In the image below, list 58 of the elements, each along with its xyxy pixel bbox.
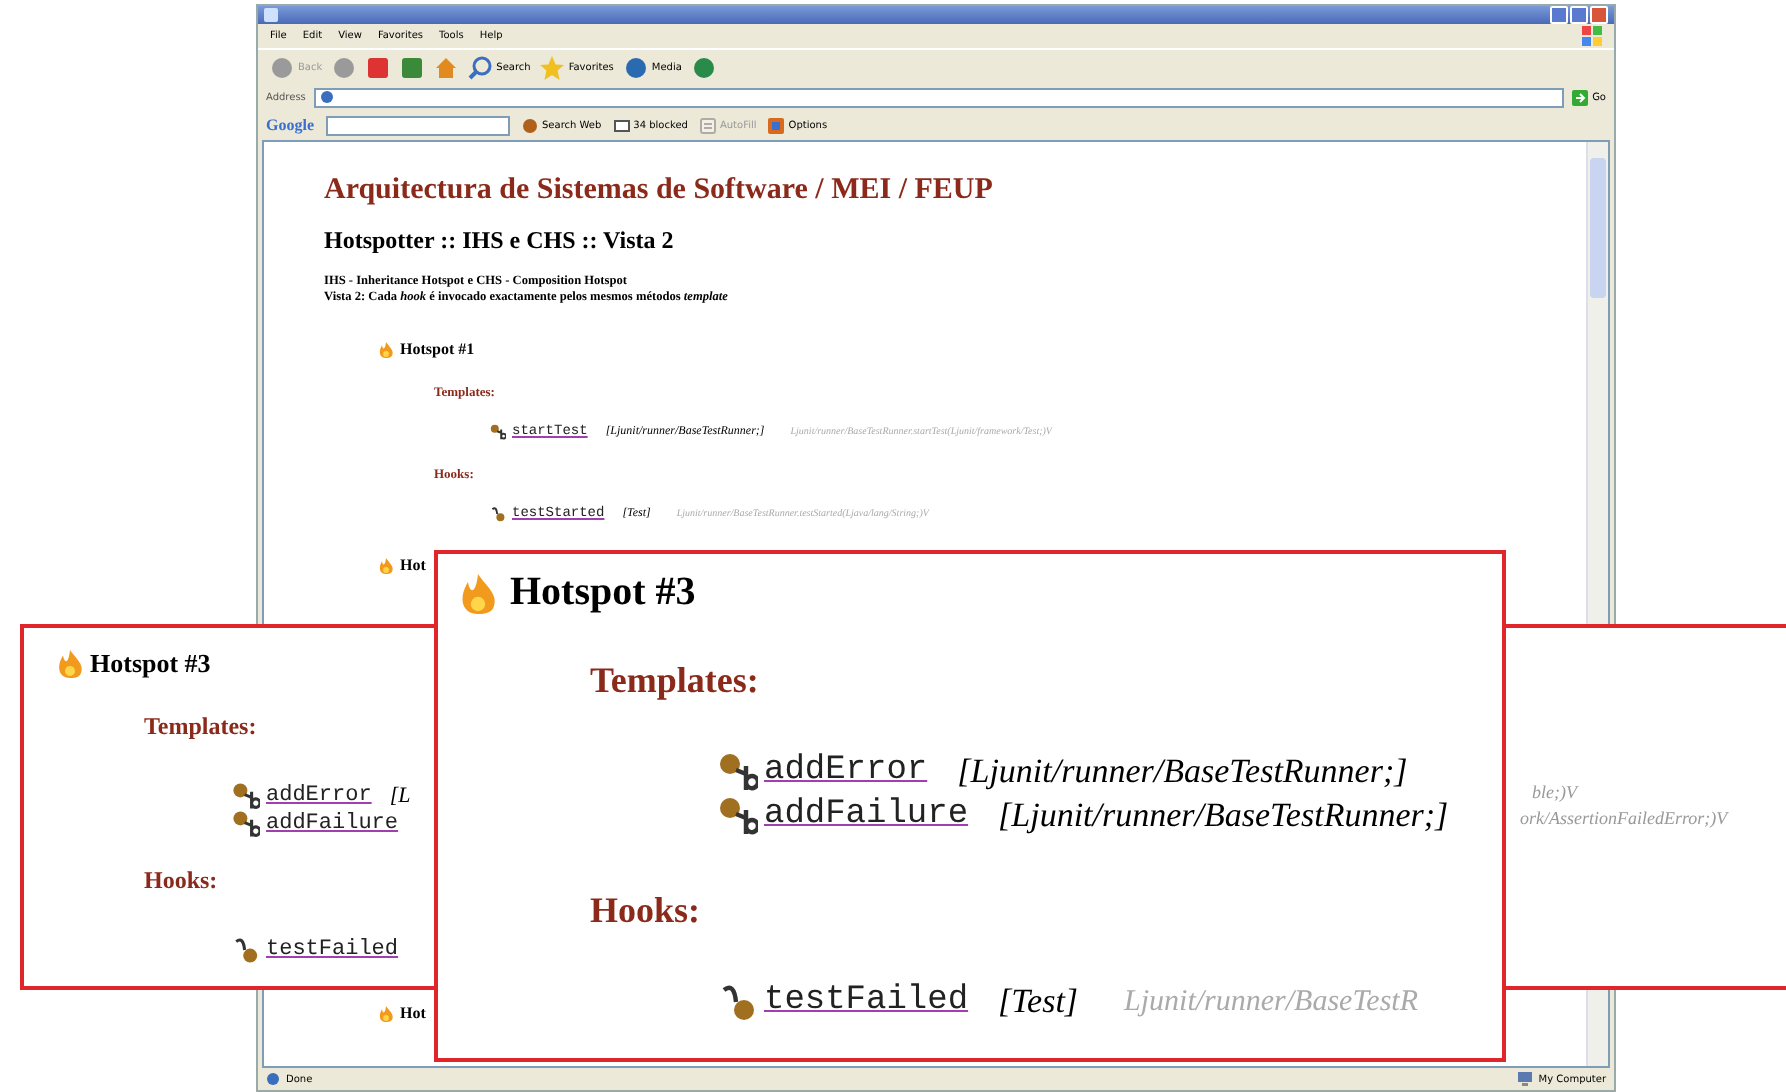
hook-method-icon (232, 936, 260, 964)
method-link[interactable]: addFailure (266, 812, 399, 836)
page-icon (266, 1072, 280, 1086)
method-type: [Ljunit/runner/BaseTestRunner;] (998, 794, 1449, 838)
page-subtitle: Hotspotter :: IHS e CHS :: Vista 2 (324, 226, 676, 256)
hotspot-title: Hot (400, 1004, 426, 1022)
template-method-icon (718, 752, 758, 792)
template-method-icon (232, 810, 260, 838)
hook-method-icon (718, 982, 758, 1022)
scroll-thumb[interactable] (1590, 158, 1606, 298)
app-icon (264, 8, 278, 22)
google-logo[interactable]: Google (266, 116, 314, 134)
method-link[interactable]: testFailed (266, 938, 399, 962)
method-link[interactable]: addError (764, 750, 928, 794)
flame-icon (378, 557, 394, 573)
method-signature: ble;)V (1532, 780, 1577, 806)
hotspot-title: Hot (400, 556, 426, 574)
home-icon (434, 55, 459, 79)
flame-icon (378, 1005, 394, 1021)
page-title: Arquitectura de Sistemas de Software / MEI / FEUP (324, 174, 995, 208)
computer-icon (1518, 1072, 1533, 1086)
flame-icon (378, 341, 394, 357)
template-method-icon (490, 424, 506, 440)
flame-icon (458, 573, 498, 613)
go-arrow-icon (1572, 89, 1589, 105)
template-method-icon (718, 796, 758, 836)
close-button[interactable] (1590, 6, 1608, 24)
section-label: Hooks: (144, 866, 220, 896)
toolbar-button[interactable] (366, 55, 391, 79)
form-icon (699, 117, 716, 133)
hotspot-title: Hotspot #3 (510, 570, 696, 616)
star-icon (540, 55, 565, 79)
address-field[interactable] (313, 87, 1565, 107)
method-signature: Ljunit/runner/BaseTestR (1124, 984, 1419, 1022)
section-label: Templates: (590, 660, 761, 702)
minimize-button[interactable] (1550, 6, 1568, 24)
method-link[interactable]: testFailed (764, 980, 969, 1024)
flame-icon (56, 650, 84, 678)
section-label: Templates: (144, 712, 259, 742)
method-type: [L (389, 784, 411, 808)
options-icon (768, 117, 785, 133)
windows-logo-icon (1582, 26, 1602, 46)
stop-icon (366, 55, 391, 79)
maximize-button[interactable] (1570, 6, 1588, 24)
hotspot-title: Hotspot #3 (90, 648, 211, 680)
toolbar-button[interactable] (434, 55, 459, 79)
popup-blocker-icon (613, 117, 630, 133)
template-method-icon (232, 782, 260, 810)
method-link[interactable]: addFailure (764, 794, 969, 838)
hotspot-title: Hotspot #1 (400, 340, 475, 358)
section-label: Hooks: (590, 890, 703, 932)
method-type: [Test] (998, 980, 1079, 1024)
method-type: [Ljunit/runner/BaseTestRunner;] (957, 750, 1408, 794)
method-signature: ork/AssertionFailedError;)V (1520, 806, 1728, 832)
hook-method-icon (490, 506, 506, 522)
page-icon (319, 90, 334, 104)
google-search-field[interactable] (326, 115, 510, 135)
method-link[interactable]: addError (266, 784, 372, 808)
